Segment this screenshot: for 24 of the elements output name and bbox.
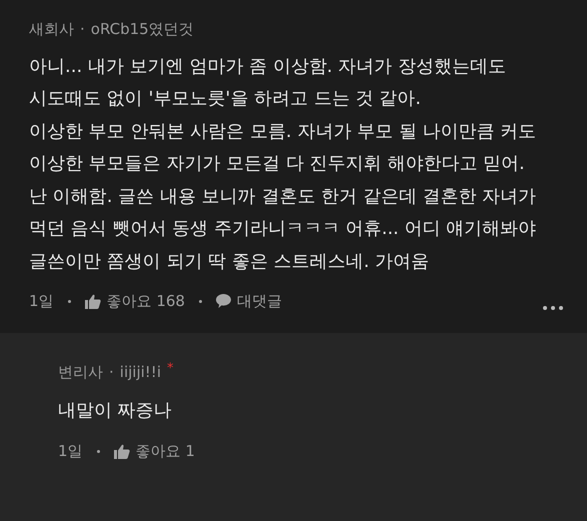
speech-bubble-icon bbox=[216, 294, 231, 308]
time-ago: 1일 bbox=[29, 291, 54, 312]
comment-text-line: 글쓴이만 쫌생이 되기 딱 좋은 스트레스네. 가여움 bbox=[29, 250, 430, 274]
nickname: oRCb15였던것 bbox=[90, 19, 194, 40]
separator-dot: · bbox=[80, 19, 85, 40]
nickname: iijiji!!i bbox=[120, 362, 161, 382]
reply-button[interactable]: 대댓글 bbox=[216, 290, 282, 312]
comment-text-line: 먹던 음식 뺏어서 동생 주기라니ㅋㅋㅋ 어휴... 어디 얘기해봐야 bbox=[29, 217, 538, 241]
comment-text-line: 아니... 내가 보기엔 엄마가 좀 이상함. 자녀가 장성했는데도 bbox=[29, 54, 507, 78]
comment-text-line: 이상한 부모 안둬본 사람은 모름. 자녀가 부모 될 나이만큼 커도 bbox=[29, 120, 538, 144]
more-options-button[interactable] bbox=[543, 306, 563, 310]
time-ago: 1일 bbox=[58, 441, 83, 462]
thumbs-up-icon bbox=[84, 294, 101, 309]
like-button[interactable]: 좋아요 168 bbox=[84, 290, 185, 312]
thumbs-up-icon bbox=[114, 444, 130, 459]
reply-text: 내말이 짜증나 bbox=[58, 399, 173, 423]
comment-text-line: 난 이해함. 글쓴 내용 보니까 결혼도 한거 같은데 결혼한 자녀가 bbox=[29, 184, 538, 208]
author-asterisk: * bbox=[166, 360, 174, 378]
author-name: 변리사 bbox=[58, 362, 103, 382]
comment-text-line: 시도때도 없이 '부모노릇'을 하려고 드는 것 같아. bbox=[29, 87, 422, 111]
author-name: 새회사 bbox=[29, 19, 74, 40]
separator-dot: · bbox=[109, 362, 114, 382]
comment-text-line: 이상한 부모들은 자기가 모든걸 다 진두지휘 해야한다고 믿어. bbox=[29, 152, 526, 176]
like-button[interactable]: 좋아요 1 bbox=[114, 440, 195, 462]
